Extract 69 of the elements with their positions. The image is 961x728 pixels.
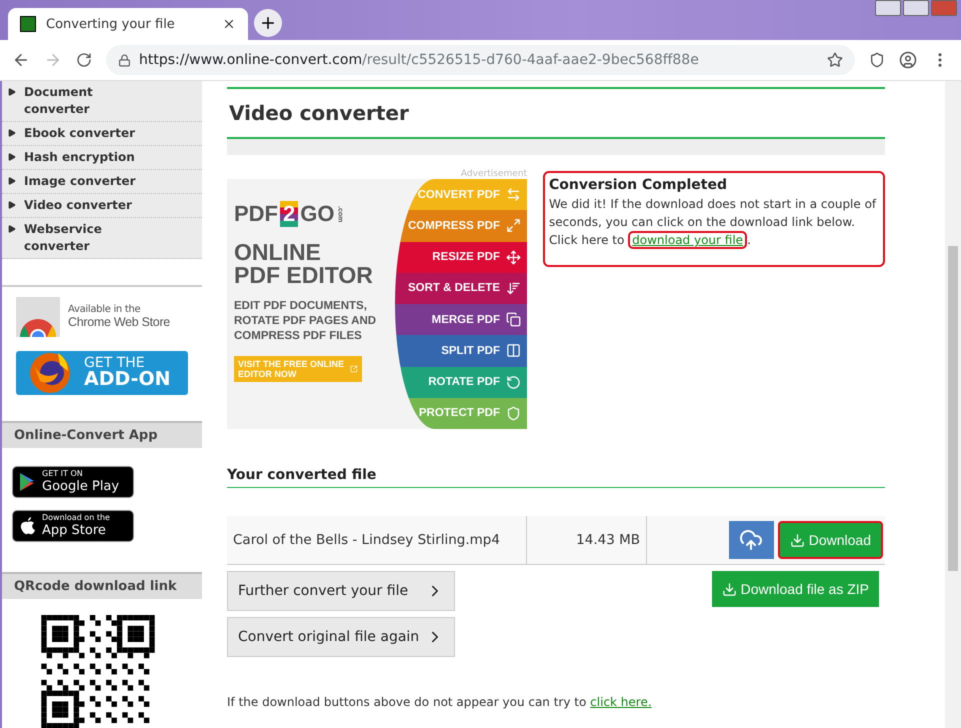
- copy-icon: [506, 312, 521, 328]
- sidebar-item[interactable]: Image converter: [2, 170, 202, 194]
- page-title: Video converter: [229, 101, 410, 125]
- sidebar-item[interactable]: Ebook converter: [2, 122, 202, 146]
- advert-tool-item: SPLIT PDF: [395, 335, 527, 366]
- arrows-icon: [506, 187, 521, 202]
- caret-icon: [8, 201, 16, 209]
- shield-icon: [506, 406, 521, 421]
- advert-tool-item: SORT & DELETE: [395, 272, 527, 304]
- fallback-text: If the download buttons above do not appear you can try to click here.: [227, 695, 653, 709]
- rotate-icon: [506, 374, 521, 390]
- notice-title: Conversion Completed: [549, 177, 728, 193]
- site-favicon: [20, 16, 36, 32]
- caret-icon: [8, 225, 16, 233]
- move-icon: [506, 250, 521, 265]
- app-store-badge[interactable]: GET IT ON Google Play: [12, 466, 134, 498]
- scrollbar[interactable]: [945, 81, 961, 728]
- minimize-button[interactable]: [875, 0, 901, 16]
- cloud-upload-icon: [739, 528, 764, 552]
- caret-icon: [8, 153, 16, 161]
- bookmark-star-icon[interactable]: [827, 52, 843, 68]
- action-button[interactable]: Further convert your file: [227, 571, 455, 611]
- sidebar-item[interactable]: Video converter: [2, 194, 202, 218]
- apple-icon: [20, 516, 36, 535]
- close-icon[interactable]: [222, 17, 236, 31]
- fallback-link[interactable]: click here.: [590, 695, 652, 709]
- sort-icon: [506, 280, 521, 296]
- sidebar-item[interactable]: Hash encryption: [2, 146, 202, 170]
- cloud-upload-button[interactable]: [728, 521, 774, 559]
- caret-icon: [8, 129, 16, 137]
- back-icon[interactable]: [12, 51, 30, 69]
- caret-icon: [8, 177, 16, 185]
- plus-icon: [259, 14, 277, 32]
- advert-tool-item: RESIZE PDF: [395, 242, 527, 273]
- action-button[interactable]: Convert original file again: [227, 617, 455, 657]
- tab-title: Converting your file: [46, 16, 176, 32]
- pdf-editor-advert[interactable]: [227, 179, 527, 429]
- advert-description: EDIT PDF DOCUMENTS, ROTATE PDF PAGES AND COMPRESS PDF FILES: [234, 299, 378, 344]
- caret-icon: [8, 88, 16, 96]
- download-link[interactable]: download your file: [628, 231, 748, 249]
- browser-tab[interactable]: Converting your file: [8, 8, 248, 40]
- columns-icon: [506, 343, 521, 358]
- file-name-cell: Carol of the Bells - Lindsey Stirling.mp4: [227, 516, 527, 564]
- advert-tool-item: MERGE PDF: [395, 304, 527, 336]
- section-heading: Your converted file: [227, 467, 885, 488]
- external-link-icon: [350, 362, 358, 375]
- notice-text: We did it! If the download does not start in a couple of seconds, you can click on the download link below. Click here to download your file .: [549, 196, 878, 249]
- url-text: https://www.online-convert.com/result/c5526515-d760-4aaf-aae2-9bec568ff88e: [139, 52, 700, 68]
- download-icon: [790, 532, 805, 548]
- new-tab-button[interactable]: [254, 9, 282, 37]
- firefox-logo-icon: [28, 350, 72, 395]
- sidebar-item[interactable]: Webservice converter: [2, 218, 202, 259]
- section-heading: Online-Convert App: [2, 420, 202, 448]
- sidebar-item[interactable]: Document converter: [2, 81, 202, 122]
- section-heading: QRcode download link: [2, 572, 202, 599]
- advert-headline: ONLINE PDF EDITOR: [234, 241, 374, 287]
- chrome-web-store-badge[interactable]: Available in the Chrome Web Store: [2, 286, 202, 347]
- app-store-badge[interactable]: Download on the App Store: [12, 510, 134, 542]
- address-bar[interactable]: https://www.online-convert.com/result/c5526515-d760-4aaf-aae2-9bec568ff88e: [106, 45, 855, 75]
- file-size-cell: 14.43 MB: [527, 516, 647, 564]
- maximize-button[interactable]: [903, 0, 929, 16]
- play-store-icon: [20, 472, 36, 491]
- expand-icon: [506, 218, 521, 234]
- chrome-logo-icon: [16, 296, 60, 337]
- download-icon: [722, 582, 737, 596]
- reload-icon[interactable]: [76, 52, 92, 68]
- advertisement-label: Advertisement: [460, 169, 527, 179]
- lock-icon: [118, 54, 131, 66]
- profile-icon[interactable]: [899, 51, 917, 69]
